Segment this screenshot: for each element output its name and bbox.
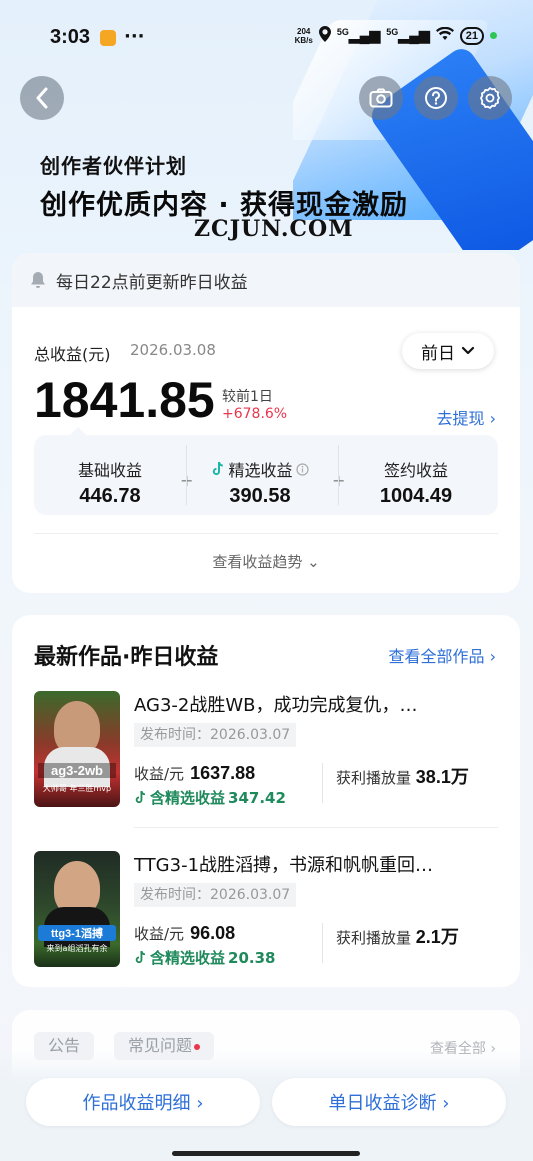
divider: [186, 445, 187, 505]
battery-icon: 21: [459, 26, 484, 45]
work-item[interactable]: ag3-2wb 大帅哥 年三胜mvp AG3-2战胜WB，成功完成复仇，… 发布…: [34, 689, 498, 809]
unread-dot: [194, 1043, 201, 1050]
select-earnings[interactable]: 精选收益 390.58: [202, 457, 318, 508]
work-earnings: 收益/元 96.08: [134, 923, 236, 943]
settings-button[interactable]: [468, 76, 512, 120]
total-earnings-date: 2026.03.08: [130, 341, 216, 359]
divider: [338, 445, 339, 505]
select-earnings-label: 精选收益: [228, 461, 293, 480]
douyin-icon: [135, 950, 146, 964]
chevron-left-icon: [36, 87, 48, 109]
update-notice: 每日22点前更新昨日收益: [12, 253, 520, 307]
work-title: TTG3-1战胜滔搏，书源和帆帆重回…: [134, 855, 434, 876]
work-thumbnail: ttg3-1滔搏 来到a组滔孔有余: [34, 851, 120, 967]
day-selector-value: 前日: [421, 343, 455, 364]
divider: [34, 533, 498, 534]
douyin-icon: [213, 461, 224, 476]
basic-earnings-value: 446.78: [79, 485, 141, 507]
home-indicator[interactable]: [172, 1151, 360, 1156]
divider: [134, 827, 498, 828]
compare-value: +678.6%: [222, 406, 288, 422]
more-notifications-icon: ···: [124, 26, 145, 47]
compare-label: 较前1日: [222, 389, 273, 405]
work-plays: 获利播放量 38.1万: [336, 767, 469, 787]
basic-earnings: 基础收益 446.78: [60, 457, 160, 508]
notice-text: 每日22点前更新昨日收益: [56, 272, 248, 293]
watermark: ZCJUN.COM: [194, 216, 354, 242]
signal-icon: 5G▂▄▆: [336, 27, 381, 43]
contract-earnings: 签约收益 1004.49: [360, 457, 472, 508]
status-bar: 3:03 ··· 204 KB/s 5G▂▄▆ 5G▂▄▆ 21: [0, 0, 533, 76]
app-notification-icon: [100, 30, 116, 46]
work-item[interactable]: ttg3-1滔搏 来到a组滔孔有余 TTG3-1战胜滔搏，书源和帆帆重回… 发布…: [34, 849, 498, 969]
work-select-earnings: 含精选收益 347.42: [134, 787, 286, 808]
net-speed: 204 KB/s: [294, 26, 313, 45]
location-icon: [318, 26, 331, 45]
work-publish-date: 发布时间：2026.03.07: [134, 883, 297, 907]
contract-earnings-value: 1004.49: [379, 485, 453, 507]
divider: [322, 763, 323, 803]
signal-icon-2: 5G▂▄▆: [386, 27, 430, 43]
privacy-indicator: [490, 32, 497, 39]
basic-earnings-label: 基础收益: [77, 461, 142, 480]
work-plays: 获利播放量 2.1万: [336, 927, 459, 947]
latest-works-card: 最新作品·昨日收益 查看全部作品 › ag3-2wb 大帅哥 年三胜mvp AG…: [12, 615, 520, 987]
work-thumbnail: ag3-2wb 大帅哥 年三胜mvp: [34, 691, 120, 807]
works-section-title: 最新作品·昨日收益: [34, 645, 219, 670]
day-selector[interactable]: 前日: [402, 333, 494, 369]
total-earnings-value: 1841.85: [34, 372, 215, 428]
back-button[interactable]: [20, 76, 64, 120]
view-trend-link[interactable]: 查看收益趋势 ⌄: [12, 551, 520, 572]
work-publish-date: 发布时间：2026.03.07: [134, 723, 297, 747]
status-time: 3:03: [50, 26, 91, 48]
divider: [322, 923, 323, 963]
wifi-icon: [435, 26, 454, 44]
total-earnings-label: 总收益(元): [34, 345, 111, 364]
earnings-breakdown: 基础收益 446.78 + 精选收益 390.58 + 签约收益 1004.49: [34, 427, 498, 515]
status-indicators: 204 KB/s 5G▂▄▆ 5G▂▄▆ 21: [295, 26, 497, 45]
daily-earnings-diagnosis-button[interactable]: 单日收益诊断 ›: [272, 1078, 506, 1126]
camera-button[interactable]: [359, 76, 403, 120]
help-icon: [425, 87, 447, 109]
withdraw-link[interactable]: 去提现 ›: [437, 405, 497, 429]
hero-subtitle: 创作者伙伴计划: [40, 154, 187, 178]
douyin-icon: [135, 790, 146, 804]
chevron-down-icon: [461, 346, 475, 355]
gear-icon: [480, 87, 500, 109]
work-earnings: 收益/元 1637.88: [134, 763, 256, 783]
help-button[interactable]: [414, 76, 458, 120]
bell-icon: [31, 272, 45, 288]
select-earnings-value: 390.58: [229, 485, 291, 507]
view-all-works-link[interactable]: 查看全部作品 ›: [389, 643, 497, 667]
work-select-earnings: 含精选收益 20.38: [134, 947, 275, 968]
camera-icon: [369, 88, 393, 108]
earnings-card: 每日22点前更新昨日收益 总收益(元) 2026.03.08 前日 1841.8…: [12, 253, 520, 593]
work-title: AG3-2战胜WB，成功完成复仇，…: [134, 695, 418, 716]
info-icon: [295, 462, 309, 476]
works-earnings-detail-button[interactable]: 作品收益明细 ›: [26, 1078, 260, 1126]
contract-earnings-label: 签约收益: [383, 461, 448, 480]
